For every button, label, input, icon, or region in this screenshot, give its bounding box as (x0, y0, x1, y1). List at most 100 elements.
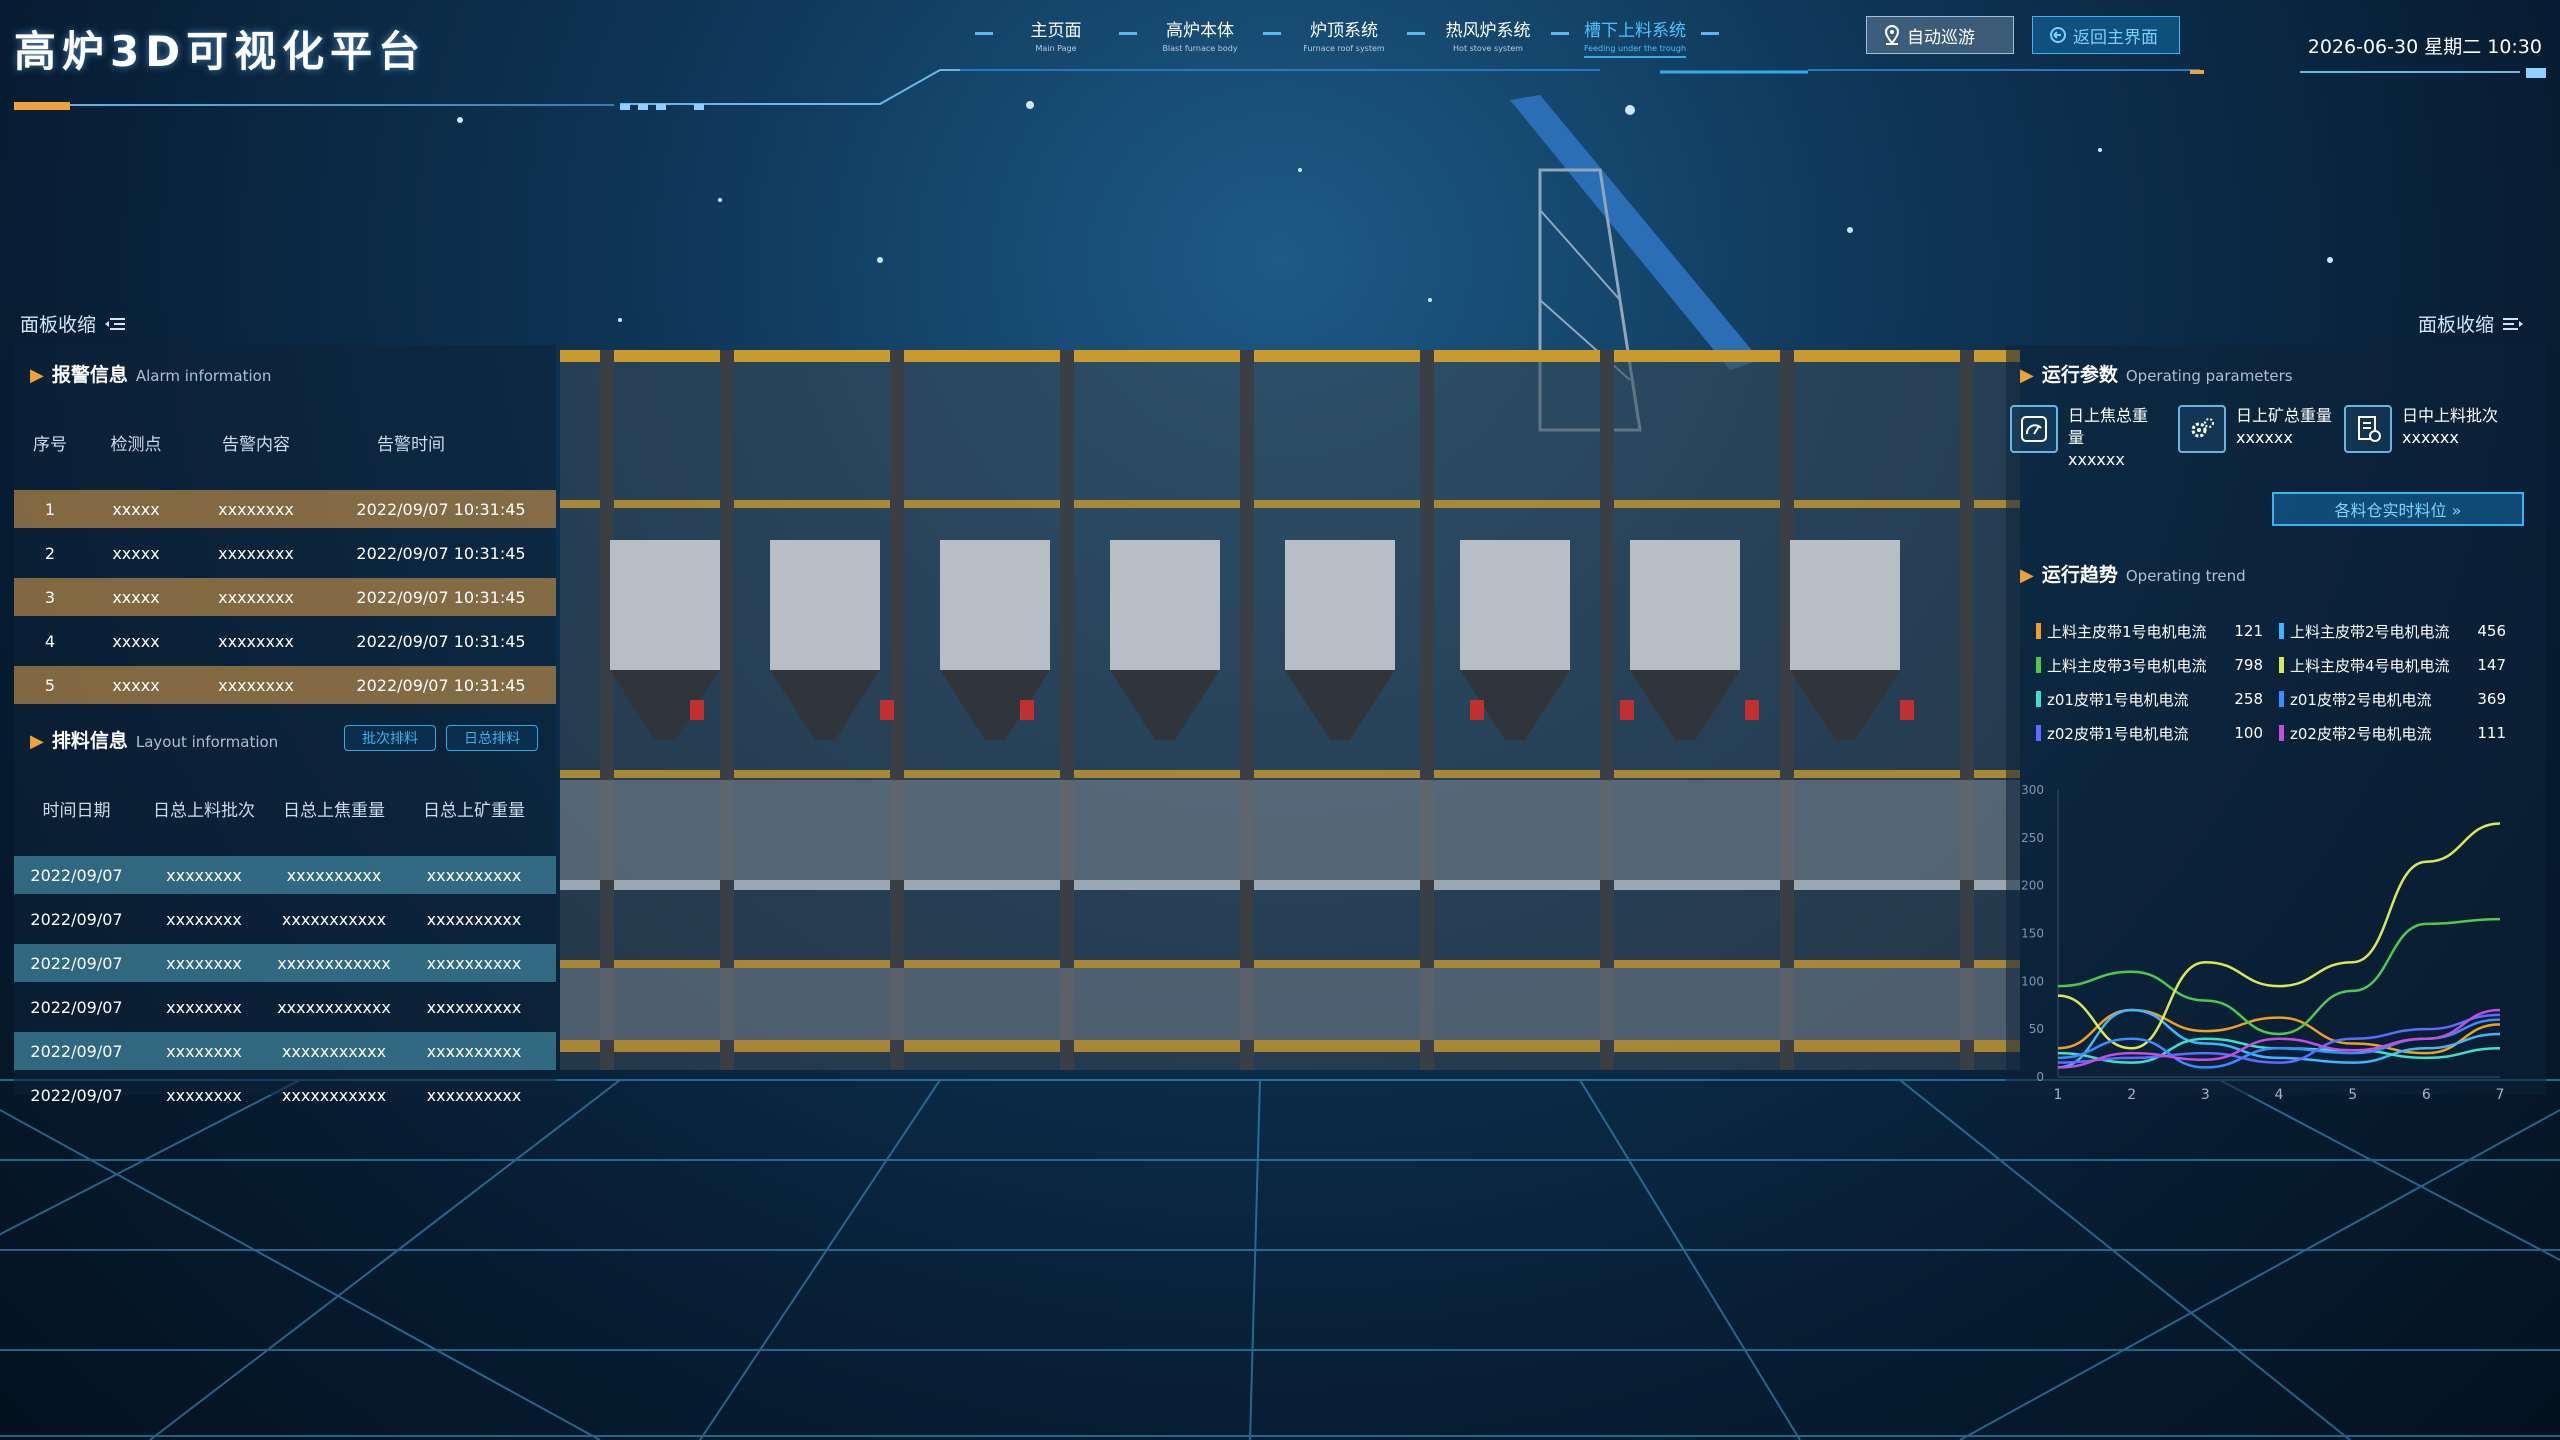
cell: xxxxxxxx (166, 997, 242, 1017)
layout-table-header: 时间日期 日总上料批次 日总上焦重量 日总上矿重量 (14, 796, 556, 821)
back-home-button[interactable]: 返回主界面 (2032, 16, 2180, 54)
right-panel-collapse-toggle[interactable]: 面板收缩 (2418, 310, 2524, 337)
nav-furnace-roof-system[interactable]: 炉顶系统 Furnace roof system (1296, 16, 1392, 53)
param-value: xxxxxx (2236, 428, 2293, 447)
cell: xxxxx (112, 543, 160, 563)
daily-layout-button[interactable]: 日总排料 (446, 725, 538, 751)
cell: 2022/09/07 10:31:45 (356, 631, 526, 651)
cell: xxxxxxxx (166, 953, 242, 973)
feeding-building (560, 350, 2020, 1070)
cell: xxxxxxxxxx (426, 865, 522, 885)
layout-table-row[interactable]: 2022/09/07 xxxxxxxx xxxxxxxxxxx xxxxxxxx… (14, 1032, 556, 1070)
col-header: 日总上焦重量 (283, 801, 385, 821)
layout-table-row[interactable]: 2022/09/07 xxxxxxxx xxxxxxxxxxx xxxxxxxx… (14, 900, 556, 938)
layout-table-row[interactable]: 2022/09/07 xxxxxxxx xxxxxxxxxxx xxxxxxxx… (14, 1076, 556, 1114)
series-line (2057, 822, 2501, 1050)
header-decoration (620, 68, 2546, 110)
legend-item[interactable]: z02皮带1号电机电流 100 (2036, 722, 2263, 744)
section-arrow-icon: ▶ (2020, 365, 2034, 386)
legend-value: 100 (2234, 724, 2263, 742)
legend-swatch (2036, 623, 2041, 639)
legend-item[interactable]: 上料主皮带4号电机电流 147 (2279, 654, 2506, 676)
col-header: 序号 (33, 435, 67, 455)
app-title: 高炉3D可视化平台 (14, 27, 427, 76)
nav-sublabel: Furnace roof system (1303, 44, 1385, 53)
cell: 2022/09/07 10:31:45 (356, 499, 526, 519)
legend-item[interactable]: z01皮带2号电机电流 369 (2279, 688, 2506, 710)
cell: xxxxxxxx (166, 865, 242, 885)
cell: xxxxxxxxxx (286, 865, 382, 885)
batch-layout-button[interactable]: 批次排料 (344, 725, 436, 751)
legend-swatch (2036, 657, 2041, 673)
left-panel-collapse-toggle[interactable]: 面板收缩 (20, 310, 126, 337)
alarm-table-row[interactable]: 5 xxxxx xxxxxxxx 2022/09/07 10:31:45 (14, 666, 556, 704)
nav-label: 槽下上料系统 (1584, 21, 1686, 41)
legend-item[interactable]: 上料主皮带2号电机电流 456 (2279, 620, 2506, 642)
alarm-table-row[interactable]: 4 xxxxx xxxxxxxx 2022/09/07 10:31:45 (14, 622, 556, 660)
alarm-table-row[interactable]: 1 xxxxx xxxxxxxx 2022/09/07 10:31:45 (14, 490, 556, 528)
nav-sublabel: Feeding under the trough (1584, 44, 1687, 53)
legend-label: 上料主皮带2号电机电流 (2290, 622, 2450, 641)
legend-label: z01皮带2号电机电流 (2290, 690, 2432, 709)
section-title-en: Layout information (135, 733, 279, 751)
document-icon (2344, 405, 2392, 453)
cell: 2022/09/07 (30, 953, 123, 973)
section-title-en: Operating trend (2125, 567, 2246, 585)
legend-item[interactable]: z02皮带2号电机电流 111 (2279, 722, 2506, 744)
auto-tour-label: 自动巡游 (1907, 27, 1975, 48)
col-header: 告警内容 (222, 435, 290, 455)
cell: 2022/09/07 10:31:45 (356, 543, 526, 563)
legend-value: 258 (2234, 690, 2263, 708)
legend-item[interactable]: 上料主皮带1号电机电流 121 (2036, 620, 2263, 642)
section-title-zh: 运行趋势 (2041, 564, 2118, 586)
cell: 2022/09/07 (30, 997, 123, 1017)
cell: xxxxxxxx (218, 587, 294, 607)
legend-value: 111 (2477, 724, 2506, 742)
series-line (2057, 1018, 2501, 1069)
y-tick-label: 200 (2021, 879, 2044, 893)
nav-main-page[interactable]: 主页面 Main Page (1008, 16, 1104, 53)
cell: xxxxxxxxxx (426, 953, 522, 973)
alarm-table-row[interactable]: 3 xxxxx xxxxxxxx 2022/09/07 10:31:45 (14, 578, 556, 616)
current-datetime: 2026-06-30 星期二 10:30 (2307, 36, 2542, 58)
params-section-title: ▶ 运行参数 Operating parameters (2020, 360, 2293, 396)
legend-value: 369 (2477, 690, 2506, 708)
layout-table-row[interactable]: 2022/09/07 xxxxxxxx xxxxxxxxxxxx xxxxxxx… (14, 988, 556, 1026)
param-label: 日上焦总重量 (2068, 406, 2149, 447)
nav-hot-stove-system[interactable]: 热风炉系统 Hot stove system (1440, 16, 1536, 53)
nav-feeding-under-trough[interactable]: 槽下上料系统 Feeding under the trough (1584, 16, 1687, 58)
layout-section-title: ▶ 排料信息 Layout information (30, 726, 278, 762)
legend-label: z01皮带1号电机电流 (2047, 690, 2189, 709)
nav-sublabel: Hot stove system (1453, 44, 1523, 53)
legend-label: 上料主皮带4号电机电流 (2290, 656, 2450, 675)
legend-item[interactable]: 上料主皮带3号电机电流 798 (2036, 654, 2263, 676)
bin-realtime-level-button[interactable]: 各料仓实时料位 » (2272, 492, 2524, 526)
cell: xxxxxxxxxxx (281, 909, 387, 929)
param-value: xxxxxx (2402, 428, 2459, 447)
col-header: 日总上矿重量 (423, 801, 525, 821)
cell: 5 (44, 675, 56, 695)
section-title-zh: 排料信息 (51, 730, 128, 752)
y-tick-label: 50 (2029, 1022, 2044, 1036)
legend-item[interactable]: z01皮带1号电机电流 258 (2036, 688, 2263, 710)
nav-blast-furnace-body[interactable]: 高炉本体 Blast furnace body (1152, 16, 1248, 53)
y-tick-label: 150 (2021, 927, 2044, 941)
auto-tour-button[interactable]: 自动巡游 (1866, 16, 2014, 54)
cell: xxxxxxxxxxx (281, 1041, 387, 1061)
title-accent-bar (14, 102, 70, 110)
col-header: 时间日期 (42, 801, 111, 821)
nav-label: 热风炉系统 (1445, 21, 1531, 41)
layout-table-row[interactable]: 2022/09/07 xxxxxxxx xxxxxxxxxx xxxxxxxxx… (14, 856, 556, 894)
cell: xxxxxxxx (218, 675, 294, 695)
param-label: 日上矿总重量 (2236, 406, 2333, 425)
trend-legend: 上料主皮带1号电机电流 121 上料主皮带2号电机电流 456 上料主皮带3号电机电流 7… (2036, 620, 2506, 744)
legend-swatch (2279, 725, 2284, 741)
legend-label: z02皮带2号电机电流 (2290, 724, 2432, 743)
layout-table-row[interactable]: 2022/09/07 xxxxxxxx xxxxxxxxxxxx xxxxxxx… (14, 944, 556, 982)
trend-section-title: ▶ 运行趋势 Operating trend (2020, 560, 2246, 596)
cell: xxxxxxxxxx (426, 997, 522, 1017)
collapse-label: 面板收缩 (2418, 314, 2495, 336)
param-coke-weight: 日上焦总重量 xxxxxx (2010, 405, 2154, 471)
alarm-table-row[interactable]: 2 xxxxx xxxxxxxx 2022/09/07 10:31:45 (14, 534, 556, 572)
section-arrow-icon: ▶ (2020, 565, 2034, 586)
